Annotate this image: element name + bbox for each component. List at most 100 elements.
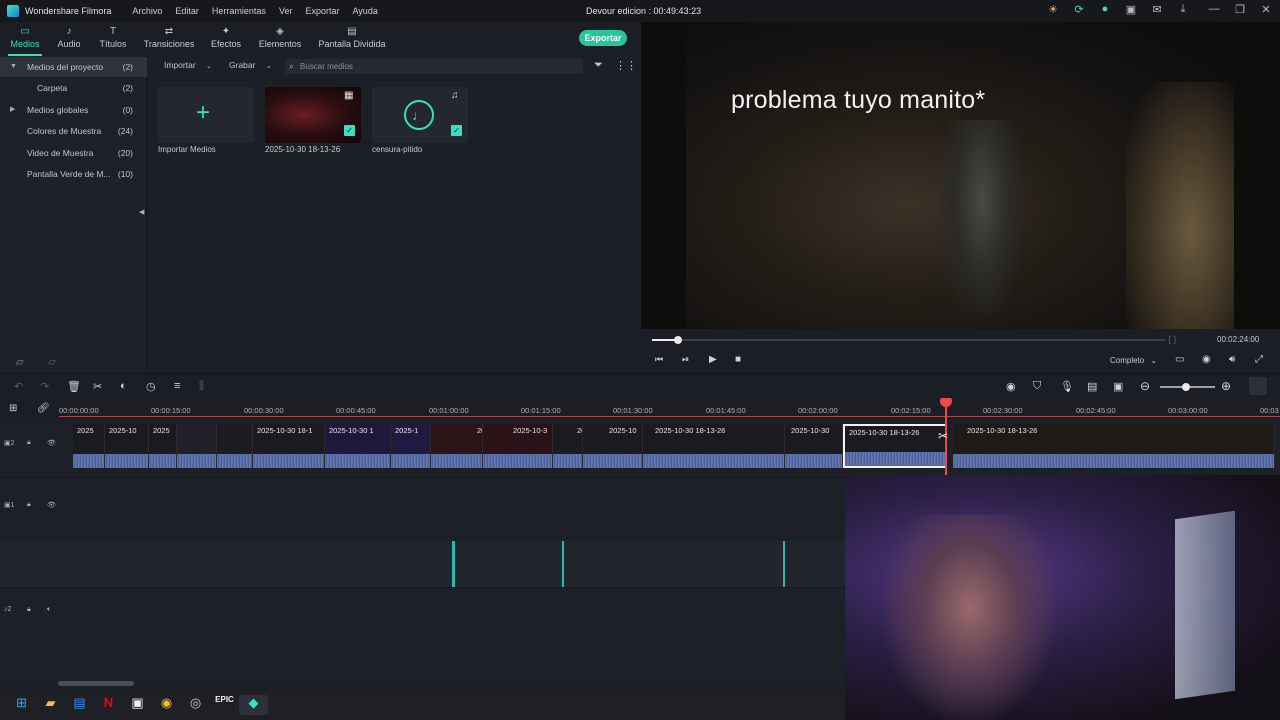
sidebar-item-medios-globales[interactable]: ▶ Medios globales (0) (0, 100, 147, 120)
sidebar-item-colores[interactable]: Colores de Muestra (24) (0, 121, 147, 141)
microphone-icon[interactable]: 🎙︎ (1060, 380, 1074, 393)
netflix-icon[interactable]: N (94, 695, 123, 715)
preview-progress-handle[interactable] (673, 336, 682, 344)
menu-herramientas[interactable]: Herramientas (212, 6, 266, 16)
grid-view-icon[interactable]: ⋮⋮ (615, 59, 637, 72)
sidebar-item-medios-proyecto[interactable]: ▼ Medios del proyecto (2) (0, 57, 147, 77)
add-track-icon[interactable]: ⊞ (9, 403, 17, 414)
video-clip[interactable]: 20 (553, 424, 583, 468)
audio-thumbnail[interactable]: ♩ ♫ ✓ (372, 87, 468, 143)
video-clip[interactable]: 2025-10-3 (483, 424, 553, 468)
zoom-in-icon[interactable]: ⊕ (1221, 379, 1231, 393)
tab-audio[interactable]: ♪ Audio (50, 22, 88, 56)
marker-icon[interactable]: ⛉ (1033, 380, 1041, 393)
scissors-icon[interactable]: ✂ (93, 380, 102, 393)
video-clip[interactable]: 2025-10-30 1 (325, 424, 391, 468)
video-clip[interactable]: 2025 (73, 424, 105, 468)
sync-icon[interactable]: ⟳ (1066, 3, 1092, 16)
import-media-card[interactable]: + (158, 87, 254, 143)
record-dropdown[interactable]: Grabar ⌄ (229, 60, 272, 70)
sun-icon[interactable]: ☀ (1040, 3, 1066, 16)
audio-clip-marker[interactable] (452, 541, 455, 587)
import-dropdown[interactable]: Importar ⌄ (164, 60, 212, 70)
video-clip[interactable]: 2025-10-30 18-13-26 (643, 424, 785, 468)
sidebar-item-pantalla-verde[interactable]: Pantalla Verde de M... (10) (0, 164, 147, 184)
quality-dropdown[interactable]: Completo ⌄ (1110, 356, 1157, 365)
menu-exportar[interactable]: Exportar (305, 6, 339, 16)
video-clip[interactable]: 2025-10 (583, 424, 643, 468)
save-icon[interactable]: ▣ (1118, 3, 1144, 16)
mail-icon[interactable]: ✉ (1144, 3, 1170, 16)
video-clip[interactable]: 2025-10-30 (785, 424, 843, 468)
steam-icon[interactable]: ◎ (181, 695, 210, 715)
video-preview[interactable]: problema tuyo manito* (641, 22, 1280, 329)
tab-efectos[interactable]: ✦ Efectos (200, 22, 252, 56)
lock-icon[interactable]: 🔒︎ (27, 501, 31, 509)
windows-start-icon[interactable]: ⊞ (7, 695, 36, 715)
snapshot-icon[interactable]: ▣ (1113, 380, 1123, 393)
undo-icon[interactable]: ↶ (14, 380, 23, 393)
new-folder-icon[interactable]: ▱ (16, 357, 24, 368)
video-clip[interactable] (177, 424, 217, 468)
link-icon[interactable]: 🔗︎ (37, 403, 50, 414)
collapse-arrow-icon[interactable]: ◀ (139, 208, 144, 216)
account-icon[interactable]: ● (1092, 3, 1118, 16)
zoom-slider-handle[interactable] (1182, 383, 1190, 391)
zoom-out-icon[interactable]: ⊖ (1140, 379, 1150, 393)
split-scissors-icon[interactable]: ✂ (938, 429, 948, 443)
menu-ayuda[interactable]: Ayuda (352, 6, 377, 16)
export-button[interactable]: Exportar (579, 30, 627, 46)
app-icon[interactable]: ▣ (123, 695, 152, 715)
video-thumbnail[interactable]: ▦ ✓ (265, 87, 361, 143)
calculator-icon[interactable]: ▤ (65, 695, 94, 715)
panel-toggle-icon[interactable] (1249, 377, 1267, 395)
preview-progress-bar[interactable] (652, 336, 1165, 344)
speed-icon[interactable]: ◷ (146, 380, 156, 393)
minimize-icon[interactable]: — (1201, 3, 1227, 16)
epic-games-icon[interactable]: EPIC (210, 695, 239, 715)
monitor-icon[interactable]: ▭ (1175, 354, 1184, 365)
search-input[interactable]: ⌕ Buscar medios (285, 59, 583, 74)
play-icon[interactable]: ▶ (709, 354, 717, 365)
chrome-icon[interactable]: ◉ (152, 695, 181, 715)
volume-icon[interactable]: 🔊︎ (1229, 354, 1235, 365)
filter-icon[interactable]: ⏷ (594, 59, 603, 72)
audio-clip-marker[interactable] (783, 541, 785, 587)
mixer-icon[interactable]: ▤ (1087, 380, 1097, 393)
timeline-scrollbar[interactable] (58, 681, 134, 686)
mark-in-out-brackets[interactable]: { } (1168, 334, 1177, 344)
lock-icon[interactable]: 🔒︎ (27, 439, 31, 447)
eye-icon[interactable]: 👁︎ (47, 439, 56, 447)
tab-medios[interactable]: ▭ Medios (0, 22, 50, 56)
timeline-ruler[interactable]: ⊞ 🔗︎ 00:00:00:00 00:00:15:00 00:00:30:00… (0, 399, 1280, 419)
audio-wave-icon[interactable]: ⫼ (199, 380, 204, 393)
video-clip[interactable]: 2025-10-30 18-1 (253, 424, 325, 468)
restore-icon[interactable]: ❐ (1227, 3, 1253, 16)
menu-ver[interactable]: Ver (279, 6, 293, 16)
previous-frame-icon[interactable]: ⏮ (655, 354, 663, 365)
snapshot-icon[interactable]: ◉ (1202, 354, 1211, 365)
redo-icon[interactable]: ↷ (40, 380, 49, 393)
color-icon[interactable]: ◐ (120, 380, 127, 392)
video-clip[interactable]: 2025-10-30 18-13-26 (953, 424, 1275, 468)
eye-icon[interactable]: 👁︎ (47, 501, 56, 509)
download-icon[interactable]: ⤓ (1170, 3, 1196, 16)
stop-icon[interactable]: ■ (735, 354, 741, 365)
adjust-icon[interactable]: ≡ (174, 380, 180, 392)
filmora-taskbar-icon[interactable]: ◆ (239, 695, 268, 715)
close-icon[interactable]: ✕ (1253, 3, 1279, 16)
play-frame-icon[interactable]: ⏯ (682, 354, 689, 365)
zoom-slider[interactable] (1160, 383, 1215, 391)
selected-video-clip[interactable]: 2025-10-30 18-13-26 (843, 424, 947, 468)
tab-transiciones[interactable]: ⇄ Transiciones (138, 22, 200, 56)
video-clip[interactable]: 2025 (149, 424, 177, 468)
folder-icon[interactable]: ▱ (48, 357, 56, 368)
sidebar-item-carpeta[interactable]: Carpeta (2) (0, 78, 147, 98)
audio-clip-marker[interactable] (562, 541, 564, 587)
file-explorer-icon[interactable]: ▰ (36, 695, 65, 715)
video-clip[interactable]: 2025-1 (391, 424, 431, 468)
fullscreen-icon[interactable]: ⤢ (1255, 354, 1263, 365)
lock-icon[interactable]: 🔒︎ (27, 606, 31, 614)
tab-elementos[interactable]: ◈ Elementos (252, 22, 308, 56)
menu-editar[interactable]: Editar (175, 6, 199, 16)
